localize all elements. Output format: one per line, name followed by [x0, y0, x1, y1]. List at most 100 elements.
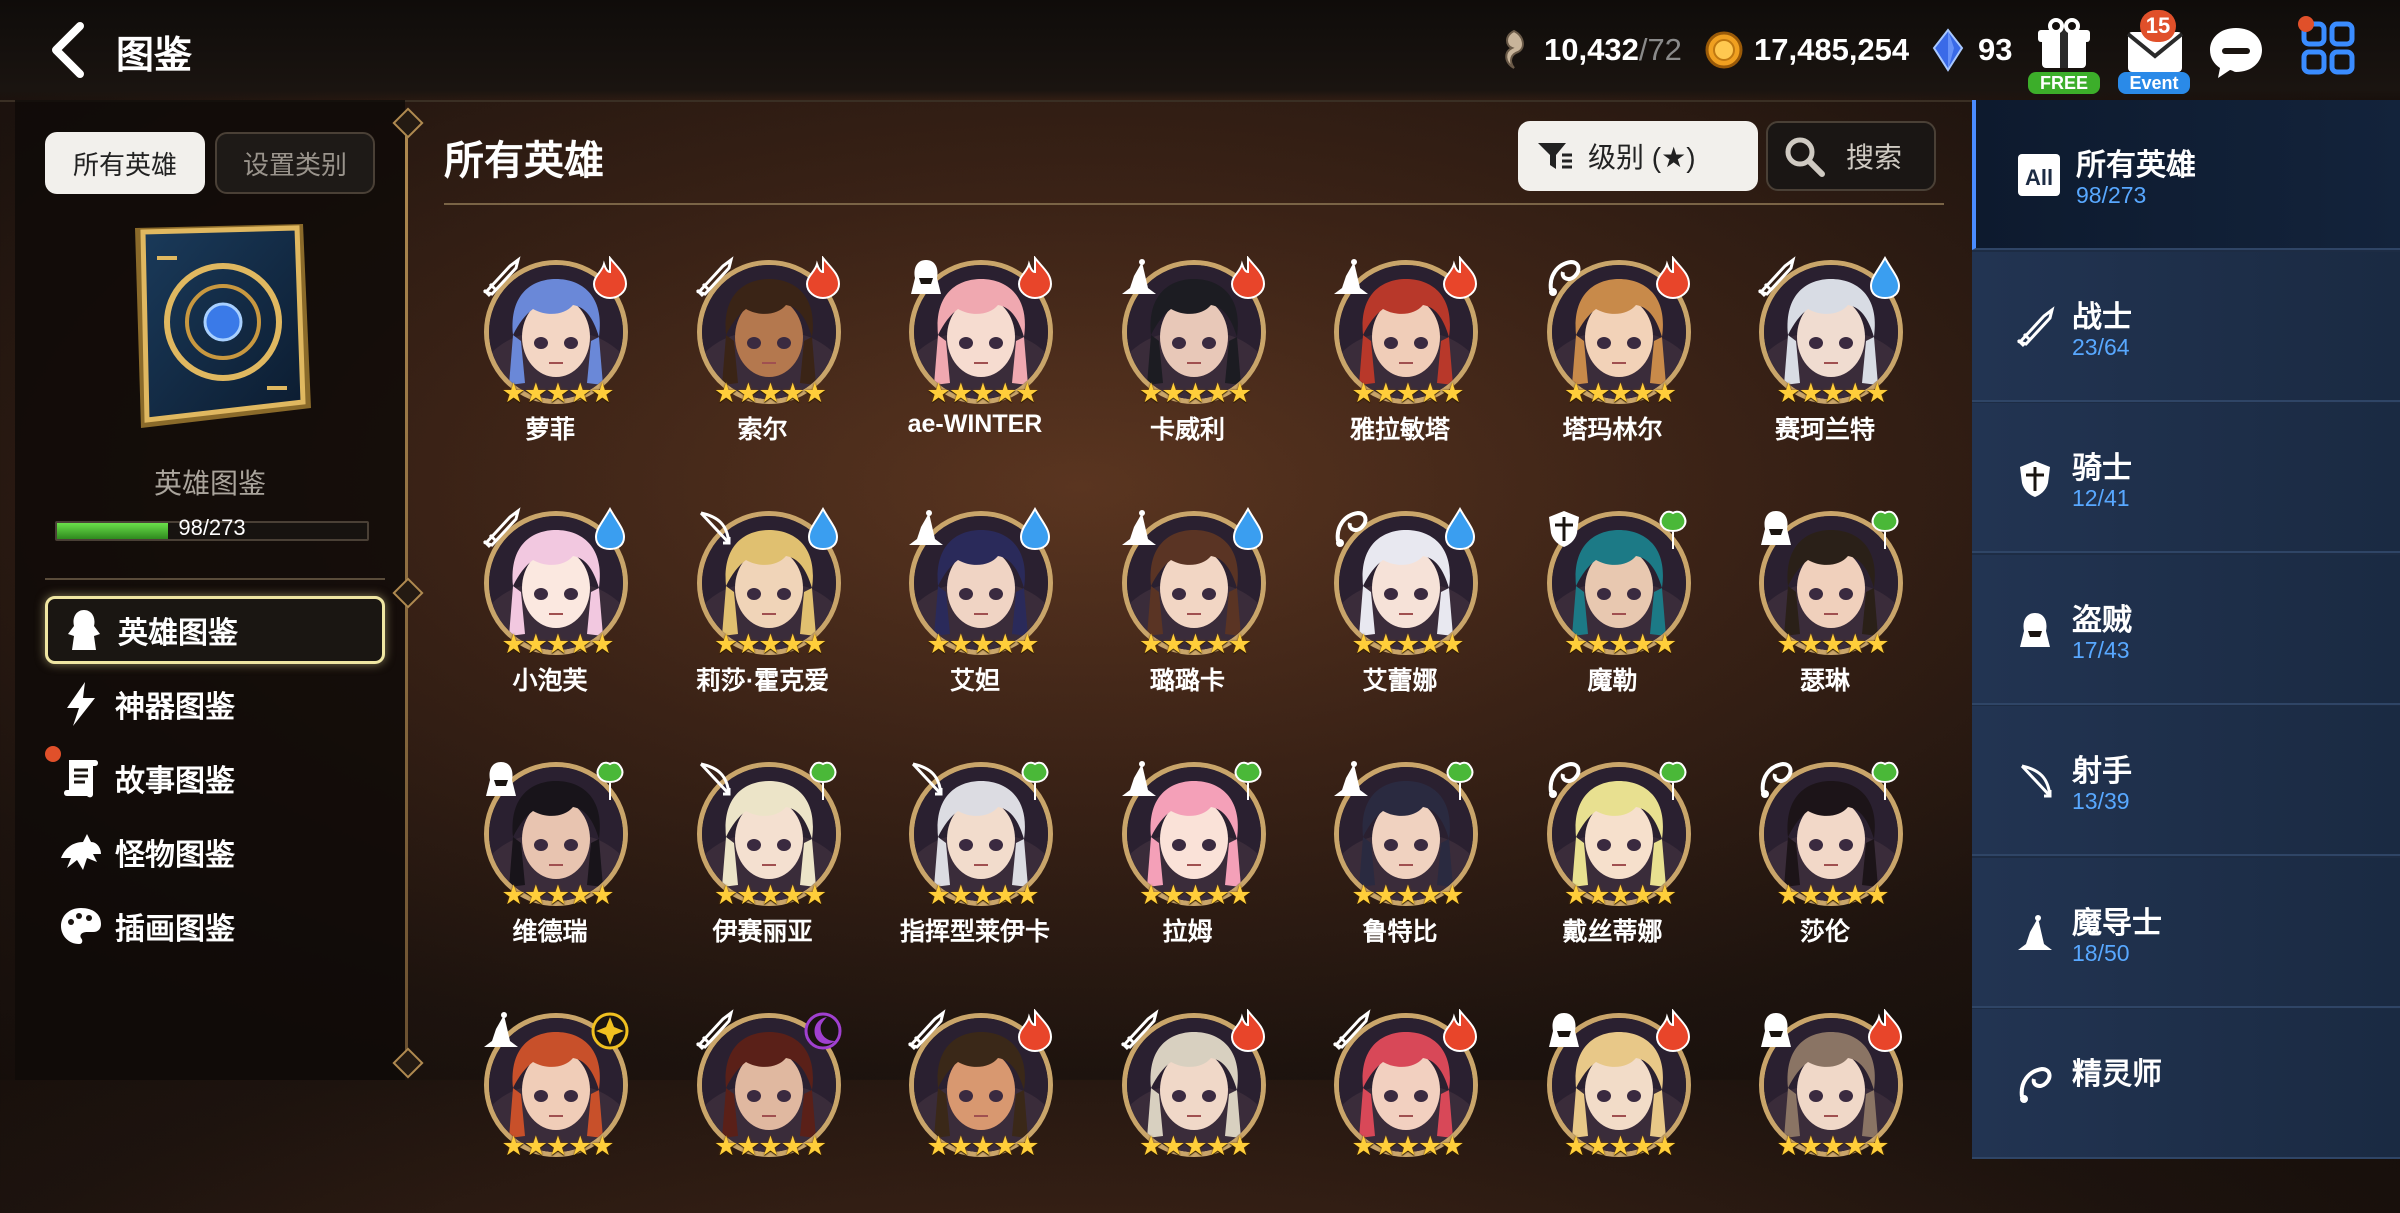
category-spirit[interactable]: 精灵师	[1972, 1009, 2400, 1159]
tab-set-category[interactable]: 设置类别	[215, 132, 375, 194]
thief-icon	[2020, 612, 2050, 647]
mage-class-icon	[1334, 761, 1368, 796]
progress-text: 98/273	[178, 515, 246, 540]
stamina-counter[interactable]: 10,432 /72	[1494, 28, 1682, 72]
event-mail-button[interactable]: Event 15	[2112, 10, 2196, 98]
hero-card[interactable]: ★★★★★ ae-WINTER	[885, 250, 1065, 460]
search-button[interactable]: 搜索	[1766, 121, 1936, 191]
hero-name: 萝菲	[524, 416, 575, 444]
hero-name: 雅拉敏塔	[1349, 416, 1450, 444]
star-rating: ★★★★★	[1563, 629, 1677, 659]
hero-card[interactable]: ★★★★★ 艾妲	[885, 501, 1065, 711]
spirit-class-icon	[1335, 510, 1368, 547]
sort-filter-icon	[1538, 143, 1572, 169]
hero-card[interactable]: ★★★★★ 小泡芙	[460, 501, 640, 711]
category-count: 18/50	[2072, 939, 2130, 966]
water-element-icon	[594, 507, 626, 551]
category-title: 所有英雄	[2076, 149, 2196, 182]
star-rating: ★★★★★	[1563, 378, 1677, 408]
hero-card[interactable]: ★★★★★ 索尔	[673, 250, 853, 460]
nav-illustration-codex[interactable]: 插画图鉴	[45, 892, 385, 960]
mage-class-icon	[1121, 761, 1156, 796]
dragon-icon	[61, 834, 101, 870]
hero-card[interactable]: ★★★★★	[1310, 1003, 1490, 1213]
category-archer[interactable]: 射手 13/39	[1972, 706, 2400, 856]
warrior-class-icon	[695, 1009, 733, 1051]
hero-card[interactable]: ★★★★★ 雅拉敏塔	[1310, 250, 1490, 460]
hero-card[interactable]: ★★★★★ 瑟琳	[1735, 501, 1915, 711]
tab-all-heroes[interactable]: 所有英雄	[45, 132, 205, 194]
water-element-icon	[1444, 507, 1476, 551]
earth-element-icon	[1446, 761, 1474, 800]
hero-name: 索尔	[737, 416, 788, 444]
category-knight[interactable]: 骑士 12/41	[1972, 403, 2400, 553]
hero-name: ae-WINTER	[907, 410, 1043, 438]
thief-class-icon	[1761, 1013, 1791, 1047]
earth-element-icon	[596, 761, 624, 800]
hero-card[interactable]: ★★★★★	[673, 1003, 853, 1213]
hero-card[interactable]: ★★★★★ 莎伦	[1735, 752, 1915, 962]
star-rating: ★★★★★	[501, 378, 614, 408]
hero-card[interactable]: ★★★★★	[885, 1003, 1065, 1213]
nav-monster-codex[interactable]: 怪物图鉴	[45, 818, 385, 886]
earth-element-icon	[1871, 510, 1899, 549]
hero-card[interactable]: ★★★★★	[1098, 1003, 1278, 1213]
category-warrior[interactable]: 战士 23/64	[1972, 251, 2400, 402]
left-divider	[45, 578, 385, 580]
lightning-icon	[67, 682, 95, 726]
event-badge: 15	[2140, 10, 2176, 42]
warrior-class-icon	[1332, 1009, 1371, 1051]
warrior-class-icon	[1120, 1009, 1158, 1051]
light-element-icon	[591, 1012, 629, 1050]
nav-artifact-codex[interactable]: 神器图鉴	[45, 670, 385, 738]
free-summon-button[interactable]: FREE	[2022, 14, 2106, 98]
category-thief[interactable]: 盗贼 17/43	[1972, 554, 2400, 705]
water-element-icon	[1869, 256, 1901, 300]
hero-card[interactable]: ★★★★★	[1523, 1003, 1703, 1213]
hero-card[interactable]: ★★★★★ 塔玛林尔	[1523, 250, 1703, 460]
free-label: FREE	[2028, 72, 2100, 94]
nav-label: 插画图鉴	[115, 913, 235, 946]
back-arrow-icon[interactable]	[40, 18, 104, 82]
category-all[interactable]: All 所有英雄 98/273	[1972, 100, 2400, 250]
star-rating: ★★★★★	[1351, 629, 1464, 659]
class-category-panel: All 所有英雄 98/273 战士 23/64 骑士 12/41 盗贼 17/43 射手 13/3…	[1972, 100, 2400, 1159]
hero-card[interactable]: ★★★★★ 艾蕾娜	[1310, 501, 1490, 711]
hero-name: 魔勒	[1587, 667, 1638, 695]
category-count: 13/39	[2072, 788, 2130, 814]
page-title: 图鉴	[116, 35, 193, 77]
hero-card[interactable]: ★★★★★ 拉姆	[1098, 752, 1278, 962]
hero-card[interactable]: ★★★★★ 戴丝蒂娜	[1523, 752, 1703, 962]
star-rating: ★★★★★	[501, 629, 614, 659]
hero-card[interactable]: ★★★★★	[460, 1003, 640, 1213]
hero-card[interactable]: ★★★★★ 莉莎·霍克爱	[673, 501, 853, 711]
star-rating: ★★★★★	[501, 880, 614, 910]
nav-story-codex[interactable]: 故事图鉴	[45, 744, 385, 812]
crystal-counter[interactable]: 93	[1928, 28, 2012, 72]
hero-name: 维德瑞	[512, 918, 588, 946]
hero-card[interactable]: ★★★★★ 璐璐卡	[1098, 501, 1278, 711]
hero-name: 小泡芙	[512, 667, 588, 695]
sort-button[interactable]: 级别 (★)	[1518, 121, 1758, 191]
star-rating: ★★★★★	[1776, 378, 1889, 408]
nav-label: 英雄图鉴	[118, 617, 238, 650]
nav-hero-codex[interactable]: 英雄图鉴	[45, 596, 385, 664]
mage-class-icon	[1121, 259, 1156, 294]
hero-card[interactable]: ★★★★★ 魔勒	[1523, 501, 1703, 711]
hero-card[interactable]: ★★★★★ 维德瑞	[460, 752, 640, 962]
hero-card[interactable]: ★★★★★ 指挥型莱伊卡	[885, 752, 1065, 962]
category-mage[interactable]: 魔导士 18/50	[1972, 857, 2400, 1008]
category-count: 12/41	[2072, 485, 2130, 511]
hero-card[interactable]: ★★★★★ 伊赛丽亚	[673, 752, 853, 962]
chat-icon[interactable]	[2206, 24, 2266, 80]
crystal-icon	[1932, 28, 1964, 72]
hero-name: 莉莎·霍克爱	[695, 667, 830, 695]
crystal-value: 93	[1978, 32, 2013, 67]
hero-card[interactable]: ★★★★★ 萝菲	[460, 250, 640, 460]
hero-card[interactable]: ★★★★★ 卡威利	[1098, 250, 1278, 460]
hero-card[interactable]: ★★★★★ 鲁特比	[1310, 752, 1490, 962]
hero-card[interactable]: ★★★★★	[1735, 1003, 1915, 1213]
thief-class-icon	[1548, 1013, 1579, 1047]
gold-counter[interactable]: 17,485,254	[1704, 28, 1909, 72]
hero-card[interactable]: ★★★★★ 赛珂兰特	[1735, 250, 1915, 460]
